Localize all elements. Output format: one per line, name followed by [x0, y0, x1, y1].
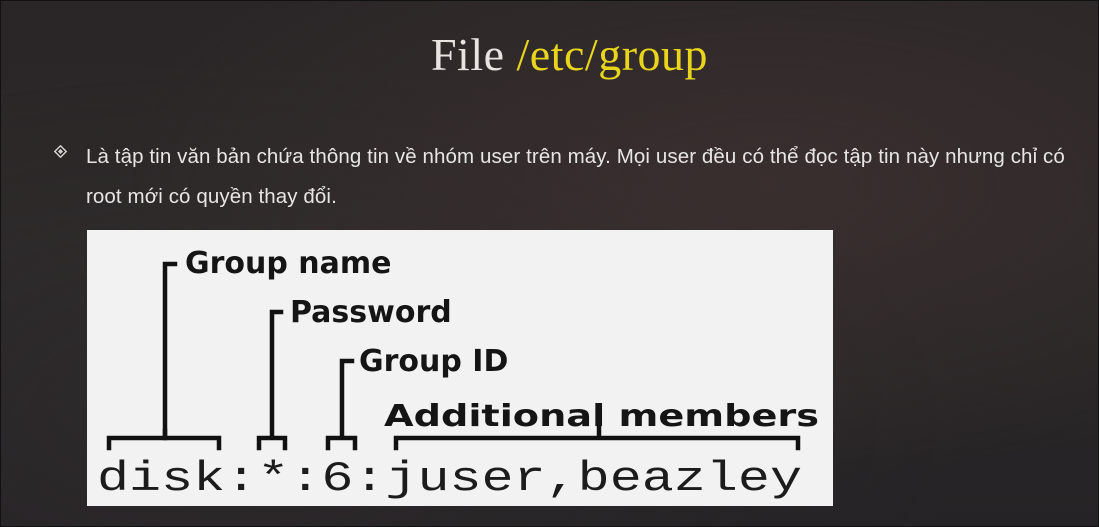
group-name-leader [162, 261, 178, 438]
group-id-leader [339, 358, 355, 438]
group-name-label: Group name [185, 246, 392, 281]
password-leader [269, 309, 284, 438]
slide-title: File /etc/group [0, 28, 1099, 81]
title-path: /etc/group [516, 29, 709, 80]
members-field-brace [393, 435, 801, 451]
group-file-format-diagram: Group name Password Group ID Additional … [87, 230, 833, 506]
group-id-label: Group ID [359, 344, 508, 379]
example-group-entry: disk:*:6:juser,beazley [97, 455, 802, 503]
password-label: Password [290, 295, 452, 330]
diamond-bullet-icon [53, 144, 68, 159]
group-id-field-brace [325, 435, 358, 451]
title-prefix: File [430, 29, 517, 80]
additional-members-label: Additional members [384, 399, 819, 434]
bullet-item: Là tập tin văn bản chứa thông tin về nhó… [53, 137, 1094, 217]
password-field-brace [256, 435, 288, 451]
bullet-text: Là tập tin văn bản chứa thông tin về nhó… [86, 145, 1065, 208]
